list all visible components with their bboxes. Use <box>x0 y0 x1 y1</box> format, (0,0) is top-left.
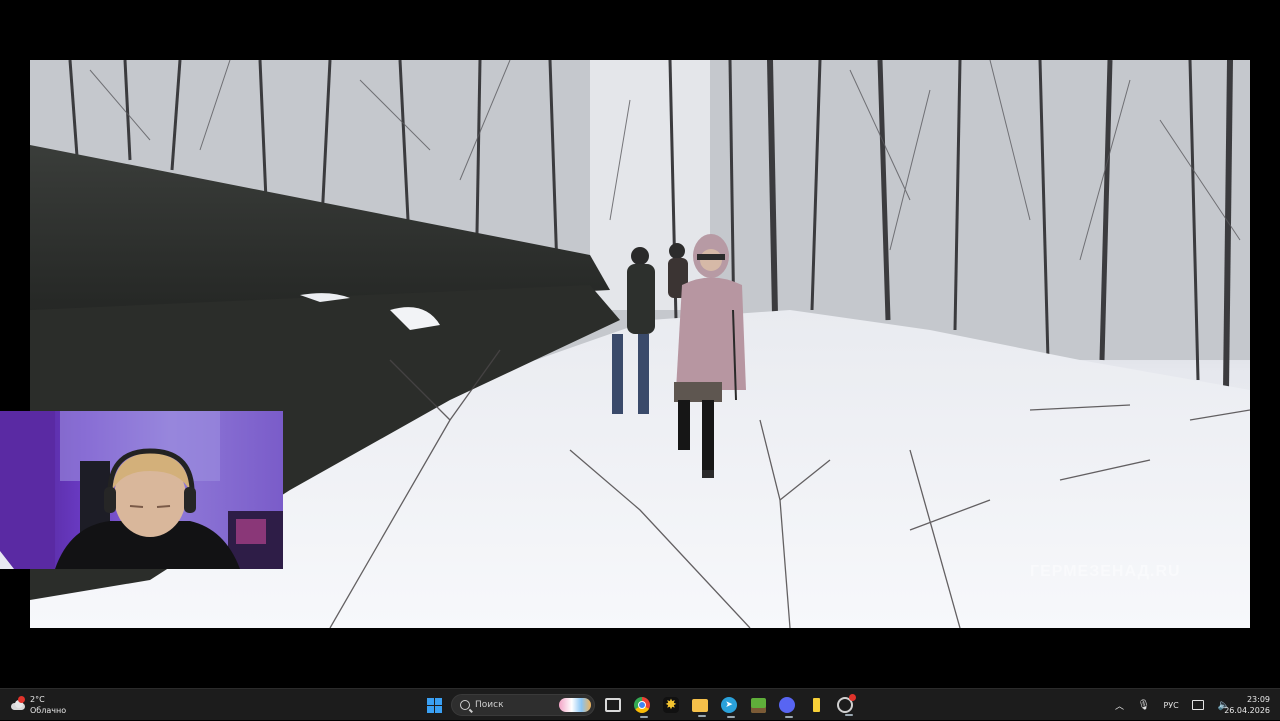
minecraft-icon <box>750 697 766 713</box>
search-placeholder: Поиск <box>475 700 504 710</box>
microphone-icon[interactable]: 🎙 <box>1137 700 1150 711</box>
weather-widget[interactable]: 2°C Облачно <box>10 689 80 721</box>
notification-badge <box>18 696 25 703</box>
telegram-icon: ➤ <box>721 697 737 718</box>
weather-condition: Облачно <box>30 706 67 715</box>
taskbar-app-obs[interactable] <box>834 689 856 721</box>
taskbar-app-minecraft[interactable] <box>747 689 769 721</box>
webcam-overlay <box>0 411 283 569</box>
search-icon <box>460 700 470 710</box>
taskbar-search[interactable]: Поиск <box>450 689 596 721</box>
streamer-webcam <box>0 411 283 569</box>
system-clock[interactable]: 23:09 26.04.2026 <box>1224 689 1276 721</box>
task-view-button[interactable] <box>602 689 624 721</box>
system-tray: ︿ 🎙 РУС 🔈 <box>1115 689 1230 721</box>
taskbar-app-telegram[interactable]: ➤ <box>718 689 740 721</box>
task-view-icon <box>605 698 621 712</box>
input-language[interactable]: РУС <box>1163 701 1178 710</box>
sparkle-app-icon: ✸ <box>663 697 679 713</box>
taskbar-app-sparkle[interactable]: ✸ <box>660 689 682 721</box>
taskbar-app-chrome[interactable] <box>631 689 653 721</box>
windows-icon <box>426 697 442 713</box>
taskbar: 2°C Облачно Поиск ✸ ➤ ︿ 🎙 РУС 🔈 23:09 26… <box>0 688 1280 720</box>
tray-overflow-chevron-icon[interactable]: ︿ <box>1115 699 1124 712</box>
search-highlight-icon <box>559 698 591 712</box>
weather-temperature: 2°C <box>30 695 45 704</box>
file-explorer-icon <box>692 698 708 717</box>
start-button[interactable] <box>424 689 444 721</box>
video-watermark: ГЕРМЕЗЕНАД.RU <box>1030 563 1181 580</box>
discord-icon <box>779 697 795 718</box>
clock-time: 23:09 <box>1246 695 1270 704</box>
taskbar-app-battery[interactable] <box>805 689 827 721</box>
obs-icon <box>837 694 856 716</box>
battery-app-icon <box>812 698 820 712</box>
taskbar-app-explorer[interactable] <box>689 689 711 721</box>
chrome-icon <box>634 697 650 718</box>
network-icon[interactable] <box>1192 700 1205 710</box>
clock-date: 26.04.2026 <box>1224 706 1270 715</box>
taskbar-app-discord[interactable] <box>776 689 798 721</box>
